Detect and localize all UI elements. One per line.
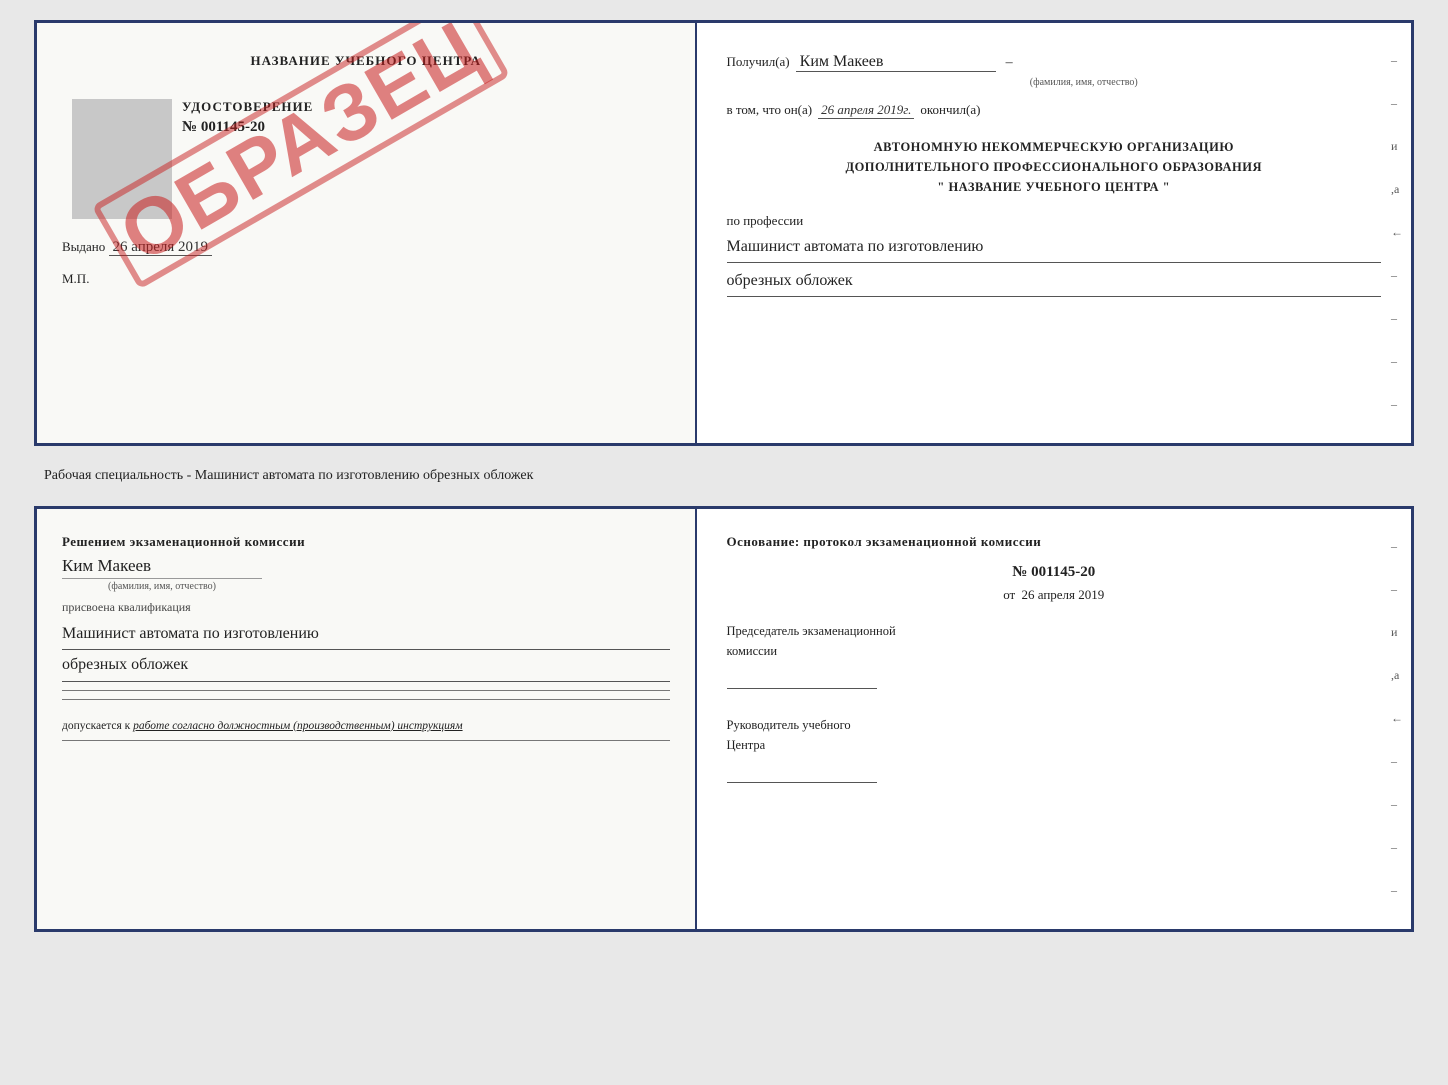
predsedatel-line1: Председатель экзаменационной — [727, 621, 1381, 641]
resheniem-label: Решением экзаменационной комиссии — [62, 534, 670, 550]
dopusk-prefix: допускается к — [62, 720, 130, 732]
document-bottom: Решением экзаменационной комиссии Ким Ма… — [34, 506, 1414, 932]
vtom-label: в том, что он(а) — [727, 102, 813, 118]
mp-label: М.П. — [62, 271, 670, 287]
vydano-label: Выдано — [62, 239, 105, 254]
profession-line2: обрезных обложек — [727, 267, 1381, 297]
doc-top-left: НАЗВАНИЕ УЧЕБНОГО ЦЕНТРА УДОСТОВЕРЕНИЕ №… — [37, 23, 697, 443]
komissia-name: Ким Макеев — [62, 556, 670, 576]
udostoverenie-block: УДОСТОВЕРЕНИЕ № 001145-20 — [182, 89, 670, 136]
org-line3: " НАЗВАНИЕ УЧЕБНОГО ЦЕНТРА " — [727, 177, 1381, 197]
profession-line1: Машинист автомата по изготовлению — [727, 233, 1381, 263]
udost-number: № 001145-20 — [182, 119, 670, 136]
protocol-date: от 26 апреля 2019 — [727, 587, 1381, 603]
org-line2: ДОПОЛНИТЕЛЬНОГО ПРОФЕССИОНАЛЬНОГО ОБРАЗО… — [727, 157, 1381, 177]
rukovoditel-line2: Центра — [727, 735, 1381, 755]
vydano-date: 26 апреля 2019 — [109, 239, 213, 256]
poluchil-name: Ким Макеев — [796, 53, 996, 72]
vtom-line: в том, что он(а) 26 апреля 2019г. окончи… — [727, 102, 1381, 119]
between-docs: Рабочая специальность - Машинист автомат… — [34, 462, 1414, 490]
vydano-line: Выдано 26 апреля 2019 — [62, 229, 670, 256]
dopusk-italic: работе согласно должностным (производств… — [133, 720, 462, 732]
doc-bottom-left: Решением экзаменационной комиссии Ким Ма… — [37, 509, 697, 929]
sign-line-rukovoditel — [727, 763, 877, 783]
org-line1: АВТОНОМНУЮ НЕКОММЕРЧЕСКУЮ ОРГАНИЗАЦИЮ — [727, 137, 1381, 157]
qualification-line1: Машинист автомата по изготовлению — [62, 619, 670, 650]
photo-placeholder — [72, 99, 172, 219]
rukovoditel-line1: Руководитель учебного — [727, 715, 1381, 735]
predsedatel-line2: комиссии — [727, 641, 1381, 661]
right-edge-marks-2: ––и,а←–––– — [1391, 539, 1403, 898]
predsedatel-block: Председатель экзаменационной комиссии — [727, 621, 1381, 695]
po-professii-label: по профессии — [727, 213, 804, 228]
protocol-number: № 001145-20 — [727, 564, 1381, 581]
qualification-line2: обрезных обложек — [62, 650, 670, 681]
dopuskaetsya-block: допускается к работе согласно должностны… — [62, 720, 670, 732]
poluchil-line: Получил(а) Ким Макеев – — [727, 53, 1381, 72]
center-title-top: НАЗВАНИЕ УЧЕБНОГО ЦЕНТРА — [62, 53, 670, 69]
protocol-date-value: 26 апреля 2019 — [1021, 587, 1104, 602]
poluchil-label: Получил(а) — [727, 54, 790, 70]
doc-top-right: Получил(а) Ким Макеев – (фамилия, имя, о… — [697, 23, 1411, 443]
document-top: НАЗВАНИЕ УЧЕБНОГО ЦЕНТРА УДОСТОВЕРЕНИЕ №… — [34, 20, 1414, 446]
okonchil-label: окончил(а) — [920, 102, 980, 118]
sign-line-predsedatel — [727, 669, 877, 689]
fio-hint-top: (фамилия, имя, отчество) — [787, 77, 1381, 88]
prisvoena-label: присвоена квалификация — [62, 600, 670, 615]
udost-label: УДОСТОВЕРЕНИЕ — [182, 99, 670, 115]
org-block: АВТОНОМНУЮ НЕКОММЕРЧЕСКУЮ ОРГАНИЗАЦИЮ ДО… — [727, 137, 1381, 197]
right-edge-marks: ––и,а←–––– — [1391, 53, 1403, 412]
protocol-date-prefix: от — [1003, 587, 1015, 602]
vtom-date: 26 апреля 2019г. — [818, 102, 914, 119]
fio-hint-bottom: (фамилия, имя, отчество) — [62, 578, 262, 592]
doc-bottom-right: Основание: протокол экзаменационной коми… — [697, 509, 1411, 929]
osnovanie-title: Основание: протокол экзаменационной коми… — [727, 534, 1381, 550]
po-professii-block: по профессии Машинист автомата по изгото… — [727, 213, 1381, 297]
between-text: Рабочая специальность - Машинист автомат… — [44, 468, 533, 483]
rukovoditel-block: Руководитель учебного Центра — [727, 715, 1381, 789]
